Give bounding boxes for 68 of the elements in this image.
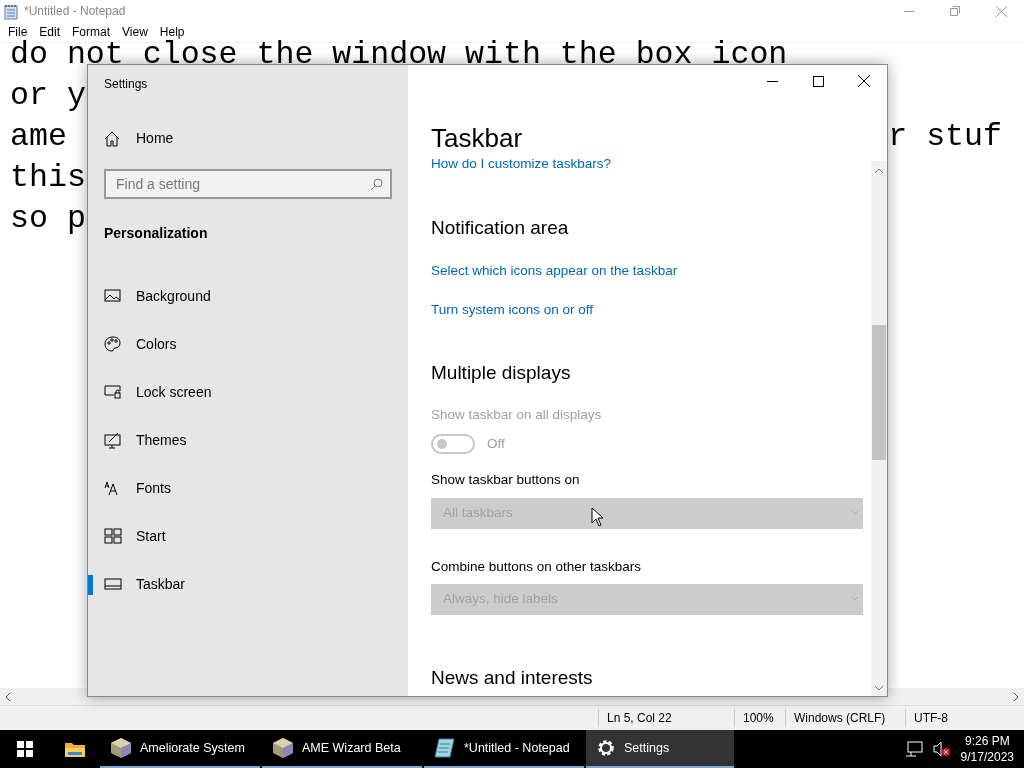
taskbar-button[interactable]: Ameliorate System xyxy=(100,730,260,768)
window-title: Settings xyxy=(104,76,149,93)
notepad-icon xyxy=(434,737,456,759)
close-icon xyxy=(995,5,1007,17)
text-line: r stuf xyxy=(888,118,1003,156)
folder-icon xyxy=(64,740,86,758)
status-text: UTF-8 xyxy=(905,709,985,727)
picture-icon xyxy=(104,287,122,305)
restore-icon xyxy=(950,6,960,16)
chevron-up-icon[interactable] xyxy=(874,167,884,175)
notepad-icon xyxy=(4,3,18,20)
window-title: *Untitled - Notepad xyxy=(24,3,126,20)
setting-label: Combine buttons on other taskbars xyxy=(431,557,642,576)
text-line: ame xyxy=(10,118,67,156)
maximize-icon xyxy=(812,75,824,87)
muted-speaker-icon[interactable] xyxy=(932,741,951,757)
help-link[interactable]: Select which icons appear on the taskbar xyxy=(431,261,678,282)
sidebar-item[interactable]: Taskbar xyxy=(88,560,408,608)
windows-logo-icon xyxy=(17,741,33,757)
cube-icon xyxy=(110,737,132,759)
themes-icon xyxy=(104,431,122,449)
vertical-scrollbar[interactable] xyxy=(871,161,887,696)
sidebar-item[interactable]: Fonts xyxy=(88,464,408,512)
cube-icon xyxy=(272,737,294,759)
help-link[interactable]: Turn system icons on or off xyxy=(431,299,594,320)
palette-icon xyxy=(104,335,122,353)
close-icon xyxy=(858,75,870,87)
help-link[interactable]: How do I customize taskbars? xyxy=(431,154,612,175)
status-text: Ln 5, Col 22 xyxy=(598,709,734,727)
search-field[interactable]: Find a setting xyxy=(104,169,392,199)
home-link[interactable]: Home xyxy=(104,128,408,149)
chevron-down-icon[interactable] xyxy=(874,684,884,692)
text-line: this xyxy=(10,159,86,197)
gear-icon xyxy=(596,738,616,758)
chevron-down-icon xyxy=(851,510,859,516)
sidebar-item[interactable]: Start xyxy=(88,512,408,560)
page-title: Taskbar xyxy=(431,122,524,154)
chevron-down-icon xyxy=(851,596,859,603)
home-icon xyxy=(104,130,120,147)
text-line: so p xyxy=(10,200,86,238)
chevron-left-icon[interactable] xyxy=(4,691,12,702)
clock-date: 9/17/2023 xyxy=(960,749,1014,765)
taskbar-button[interactable]: *Untitled - Notepad xyxy=(424,730,584,768)
sidebar-item[interactable]: Background xyxy=(88,272,408,320)
sidebar-item[interactable]: Themes xyxy=(88,416,408,464)
taskbar-button[interactable]: Settings xyxy=(586,730,734,768)
sidebar-item[interactable]: Colors xyxy=(88,320,408,368)
taskbar-icon xyxy=(104,575,122,593)
start-icon xyxy=(104,527,122,545)
mouse-pointer-icon xyxy=(591,507,604,527)
search-icon xyxy=(370,178,383,191)
status-text: Windows (CRLF) xyxy=(785,709,905,727)
status-text: 100% xyxy=(734,709,785,727)
setting-label: Show taskbar buttons on xyxy=(431,471,580,490)
clock-time: 9:26 PM xyxy=(963,733,1011,749)
section-heading: Multiple displays xyxy=(431,360,571,385)
chevron-right-icon[interactable] xyxy=(1012,691,1020,702)
setting-label: Show taskbar on all displays xyxy=(431,405,602,424)
section-heading: Notification area xyxy=(431,216,569,241)
sidebar-item[interactable]: Lock screen xyxy=(88,368,408,416)
section-heading: News and interests xyxy=(431,665,593,690)
toggle-state: Off xyxy=(487,435,505,453)
scrollbar-thumb[interactable] xyxy=(872,325,886,460)
network-icon[interactable] xyxy=(904,741,923,757)
lock-screen-icon xyxy=(104,383,122,401)
taskbar-button[interactable]: AME Wizard Beta xyxy=(262,730,422,768)
text-line: or y xyxy=(10,77,86,115)
section-heading: Personalization xyxy=(104,224,209,243)
